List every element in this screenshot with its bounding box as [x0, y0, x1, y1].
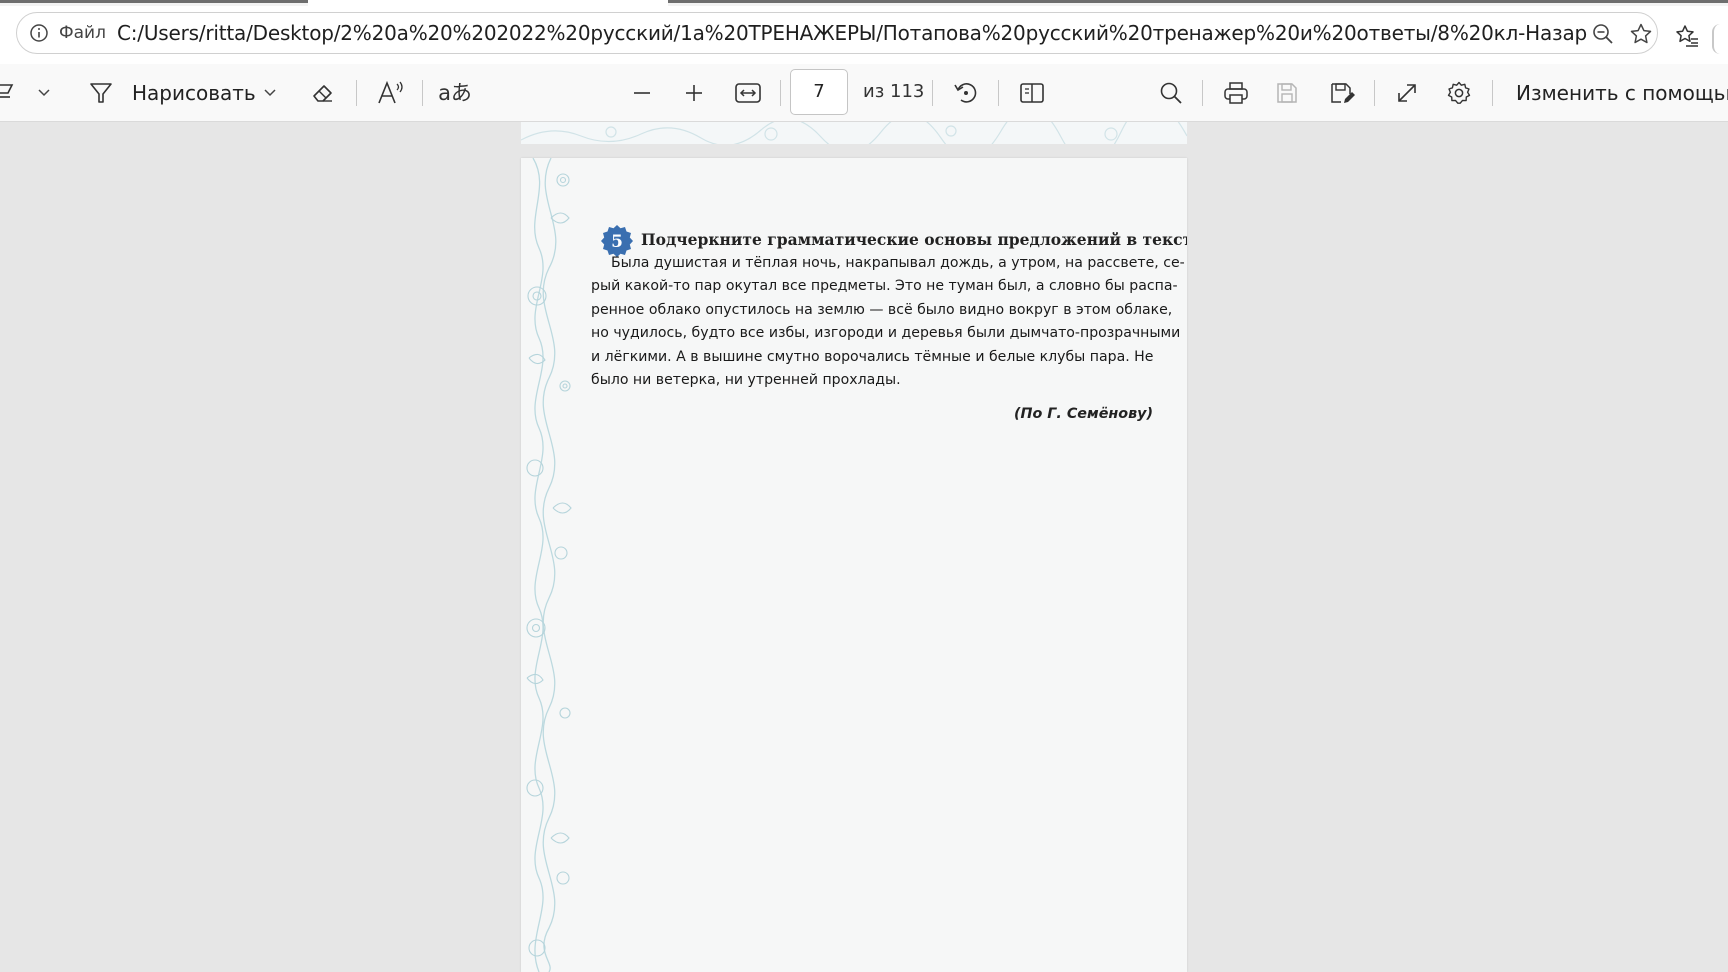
previous-page	[521, 122, 1187, 144]
draw-icon[interactable]	[88, 80, 114, 106]
separator	[356, 80, 357, 106]
inactive-tab[interactable]	[0, 0, 308, 3]
separator	[422, 80, 423, 106]
print-icon[interactable]	[1222, 80, 1250, 106]
browser-chrome: Файл C:/Users/ritta/Desktop/2%20a%20%202…	[0, 6, 1728, 64]
page-number-input[interactable]: 7	[790, 69, 848, 115]
window-edge	[1712, 24, 1728, 54]
chevron-down-icon[interactable]	[36, 85, 52, 101]
exercise-text: Была душистая и тёплая ночь, накрапывал …	[591, 252, 1185, 392]
translate-icon[interactable]: aあ	[438, 77, 472, 107]
page-total-label: из 113	[863, 81, 925, 102]
text-line: но чудилось, будто все избы, изгороди и …	[591, 325, 1181, 342]
edit-with-button[interactable]: Изменить с помощью	[1516, 81, 1728, 105]
draw-label[interactable]: Нарисовать	[132, 81, 256, 105]
separator	[1374, 80, 1375, 106]
pdf-page: 5 Подчеркните грамматические основы пред…	[521, 158, 1187, 972]
chevron-down-icon[interactable]	[262, 85, 278, 101]
text-line: Была душистая и тёплая ночь, накрапывал …	[611, 255, 1185, 271]
text-line: и лёгкими. А в вышине смутно ворочались …	[591, 348, 1154, 365]
rotate-icon[interactable]	[952, 79, 980, 107]
url-text[interactable]: C:/Users/ritta/Desktop/2%20a%20%202022%2…	[117, 21, 1587, 45]
page-ornament	[526, 158, 572, 972]
minus-icon[interactable]	[630, 81, 654, 105]
info-icon[interactable]	[29, 23, 49, 43]
separator	[1202, 80, 1203, 106]
attribution: (По Г. Семёнову)	[1014, 406, 1153, 422]
search-icon[interactable]	[1158, 80, 1184, 106]
favorites-icon[interactable]	[1674, 23, 1700, 49]
save-icon[interactable]	[1274, 80, 1300, 106]
address-bar[interactable]: Файл C:/Users/ritta/Desktop/2%20a%20%202…	[16, 12, 1658, 54]
page-view-icon[interactable]	[1018, 80, 1046, 106]
star-icon[interactable]	[1629, 22, 1653, 46]
read-aloud-icon[interactable]	[376, 79, 406, 107]
highlight-icon[interactable]	[0, 81, 16, 105]
text-line: ренное облако опустилось на землю — всё …	[591, 301, 1173, 318]
text-line: рый какой-то пар окутал все предметы. Эт…	[591, 278, 1178, 295]
fit-width-icon[interactable]	[734, 80, 762, 106]
plus-icon[interactable]	[682, 81, 706, 105]
inactive-tab[interactable]	[668, 0, 1728, 3]
separator	[932, 80, 933, 106]
pdf-toolbar: Нарисовать aあ 7 из 113 Изменить с помощь…	[0, 64, 1728, 122]
task-title: Подчеркните грамматические основы предло…	[641, 230, 1187, 249]
document-viewer[interactable]: 5 Подчеркните грамматические основы пред…	[0, 122, 1728, 972]
eraser-icon[interactable]	[310, 80, 336, 106]
task-number: 5	[611, 232, 623, 252]
separator	[1492, 80, 1493, 106]
text-line: было ни ветерка, ни утренней прохлады.	[591, 372, 901, 389]
settings-icon[interactable]	[1446, 80, 1472, 106]
scheme-label: Файл	[59, 23, 106, 43]
separator	[780, 80, 781, 106]
fullscreen-icon[interactable]	[1394, 80, 1420, 106]
zoom-out-icon[interactable]	[1591, 22, 1615, 46]
save-as-icon[interactable]	[1328, 80, 1356, 106]
separator	[998, 80, 999, 106]
